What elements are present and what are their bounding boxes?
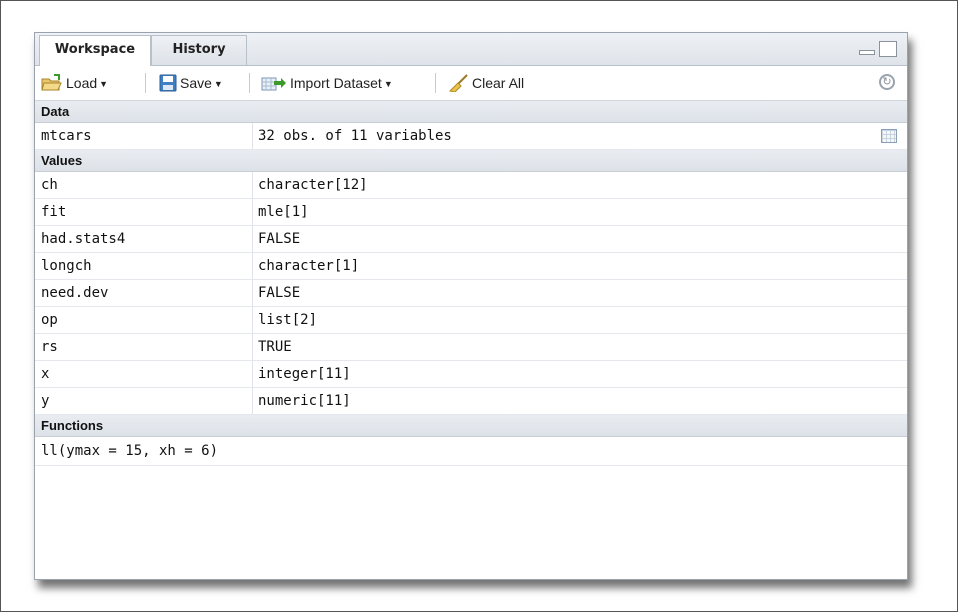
workspace-toolbar: Load▼ Save▼ Import Dataset▼ Clear All [35,66,907,101]
table-row[interactable]: ch character[12] [35,172,907,199]
column-divider [252,253,253,279]
variable-name: longch [41,258,92,274]
section-header-functions: Functions [35,415,907,437]
column-divider [252,280,253,306]
table-row[interactable]: mtcars 32 obs. of 11 variables [35,123,907,150]
table-row[interactable]: ll(ymax = 15, xh = 6) [35,437,907,466]
table-row[interactable]: had.stats4 FALSE [35,226,907,253]
toolbar-divider [435,73,436,93]
table-row[interactable]: rs TRUE [35,334,907,361]
variable-value: character[12] [258,177,368,193]
toolbar-divider [249,73,250,93]
variable-value: 32 obs. of 11 variables [258,128,452,144]
tab-history[interactable]: History [151,35,247,65]
variable-name: had.stats4 [41,231,126,247]
folder-open-icon [41,74,62,91]
load-label: Load [66,75,98,91]
column-divider [252,123,253,149]
tab-bar: Workspace History [35,33,907,66]
tab-workspace[interactable]: Workspace [39,35,151,66]
load-button[interactable]: Load ▼ [41,73,108,93]
variable-name: fit [41,204,67,220]
column-divider [252,199,253,225]
chevron-down-icon: ▼ [383,79,393,89]
import-dataset-icon [261,77,286,91]
table-row[interactable]: need.dev FALSE [35,280,907,307]
import-dataset-button[interactable]: Import Dataset ▼ [261,73,393,93]
refresh-icon[interactable]: ↻ [879,74,895,90]
variable-value: integer[11] [258,366,351,382]
table-row[interactable]: y numeric[11] [35,388,907,415]
table-row[interactable]: x integer[11] [35,361,907,388]
column-divider [252,226,253,252]
import-dataset-label: Import Dataset [290,75,382,91]
variable-name: y [41,393,50,409]
variable-name: ch [41,177,58,193]
broom-icon [449,74,468,92]
save-label: Save [180,75,212,91]
variable-value: character[1] [258,258,360,274]
workspace-table: Data mtcars 32 obs. of 11 variables Valu… [35,101,907,466]
variable-value: FALSE [258,285,301,301]
minimize-pane-button[interactable] [859,50,875,55]
column-divider [252,172,253,198]
variable-name: rs [41,339,58,355]
table-row[interactable]: longch character[1] [35,253,907,280]
floppy-disk-icon [159,74,177,92]
variable-name: mtcars [41,128,92,144]
function-signature: ll(ymax = 15, xh = 6) [41,443,219,459]
column-divider [252,388,253,414]
variable-value: list[2] [258,312,318,328]
chevron-down-icon: ▼ [99,79,109,89]
toolbar-divider [145,73,146,93]
column-divider [252,361,253,387]
maximize-pane-button[interactable] [879,41,897,57]
column-divider [252,307,253,333]
variable-name: need.dev [41,285,109,301]
section-header-data: Data [35,101,907,123]
variable-name: x [41,366,50,382]
variable-name: op [41,312,58,328]
column-divider [252,334,253,360]
table-row[interactable]: fit mle[1] [35,199,907,226]
table-row[interactable]: op list[2] [35,307,907,334]
table-grid-icon[interactable] [881,129,897,143]
clear-all-label: Clear All [472,75,525,91]
variable-value: FALSE [258,231,301,247]
variable-value: TRUE [258,339,292,355]
workspace-pane: Workspace History Load ▼ Save ▼ Import D… [34,32,908,580]
save-button[interactable]: Save ▼ [159,73,223,93]
section-header-values: Values [35,150,907,172]
clear-all-button[interactable]: Clear All [449,73,524,93]
chevron-down-icon: ▼ [213,79,223,89]
variable-value: mle[1] [258,204,309,220]
variable-value: numeric[11] [258,393,351,409]
